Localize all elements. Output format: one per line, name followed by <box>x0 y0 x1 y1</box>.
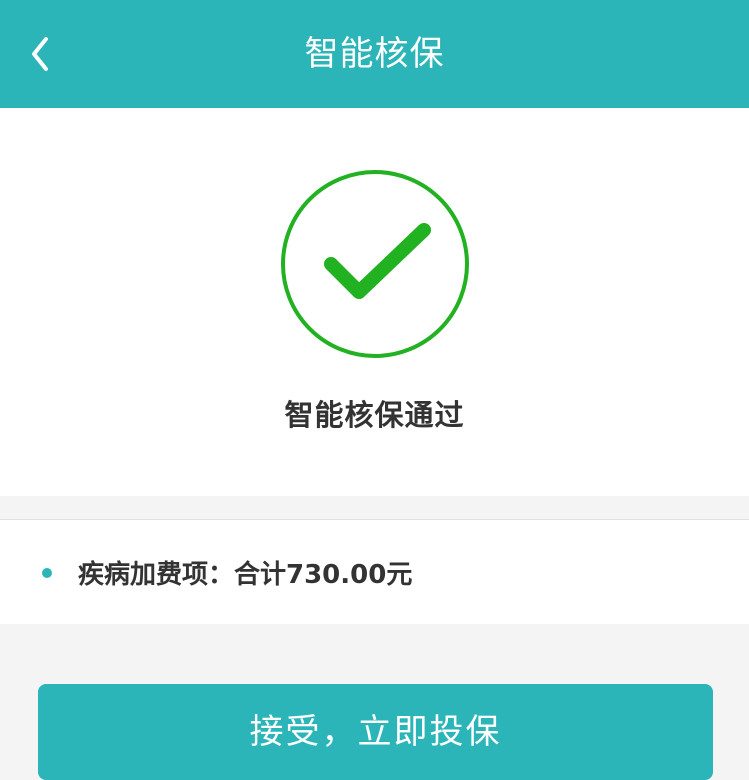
app-header: 智能核保 <box>0 0 749 108</box>
result-message: 智能核保通过 <box>284 398 465 432</box>
check-circle-icon <box>281 170 469 358</box>
fee-label: 疾病加费项：合计730.00元 <box>78 560 413 590</box>
bullet-dot <box>42 568 52 578</box>
accept-button[interactable]: 接受，立即投保 <box>38 684 713 780</box>
fee-summary: 疾病加费项：合计730.00元 <box>0 519 749 624</box>
page-title: 智能核保 <box>304 34 445 74</box>
result-panel: 智能核保通过 <box>0 108 749 496</box>
